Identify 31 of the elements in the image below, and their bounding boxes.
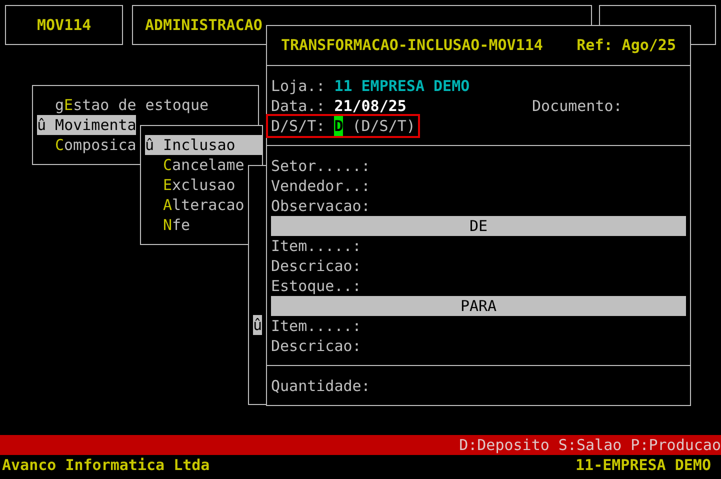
date-value: 21/08/25	[334, 96, 406, 116]
module-name: ADMINISTRACAO	[145, 16, 262, 34]
field-hint: (D/S/T)	[352, 116, 416, 136]
program-code: MOV114	[37, 16, 92, 34]
reference-period: Ref: Ago/25	[576, 35, 676, 55]
menu-item[interactable]: û Movimenta	[37, 115, 136, 135]
type-input-field[interactable]: D	[334, 116, 344, 136]
menu-item[interactable]: gEstao de estoque	[55, 95, 209, 115]
field-label: Vendedor..:	[271, 176, 370, 196]
field-label: Item.....:	[271, 236, 362, 256]
field-label: D/S/T:	[271, 116, 326, 136]
company-name: Avanco Informatica Ltda	[2, 455, 210, 475]
menu-item[interactable]: û	[253, 315, 262, 335]
field-label: Data.:	[271, 96, 326, 116]
field-label: Item.....:	[271, 316, 362, 336]
hint-text: D:Deposito S:Salao P:Producao	[459, 435, 721, 455]
field-label: Setor.....:	[271, 156, 370, 176]
window-title: TRANSFORMACAO-INCLUSAO-MOV114	[281, 35, 543, 55]
field-label: Observacao:	[271, 196, 370, 216]
section-band: PARA	[271, 296, 686, 316]
field-label: Quantidade:	[271, 377, 370, 395]
field-label: Descricao:	[271, 256, 362, 276]
section-band: DE	[271, 216, 686, 236]
field-label: Loja.:	[271, 76, 326, 96]
field-label: Documento:	[532, 96, 622, 116]
store-name: 11-EMPRESA DEMO	[576, 455, 711, 475]
menu-item[interactable]: û Inclusao	[145, 135, 262, 155]
menu-item[interactable]: Composica	[55, 135, 136, 155]
field-label: Estoque..:	[271, 276, 362, 296]
store-value: 11 EMPRESA DEMO	[334, 76, 470, 96]
field-label: Descricao:	[271, 336, 362, 356]
